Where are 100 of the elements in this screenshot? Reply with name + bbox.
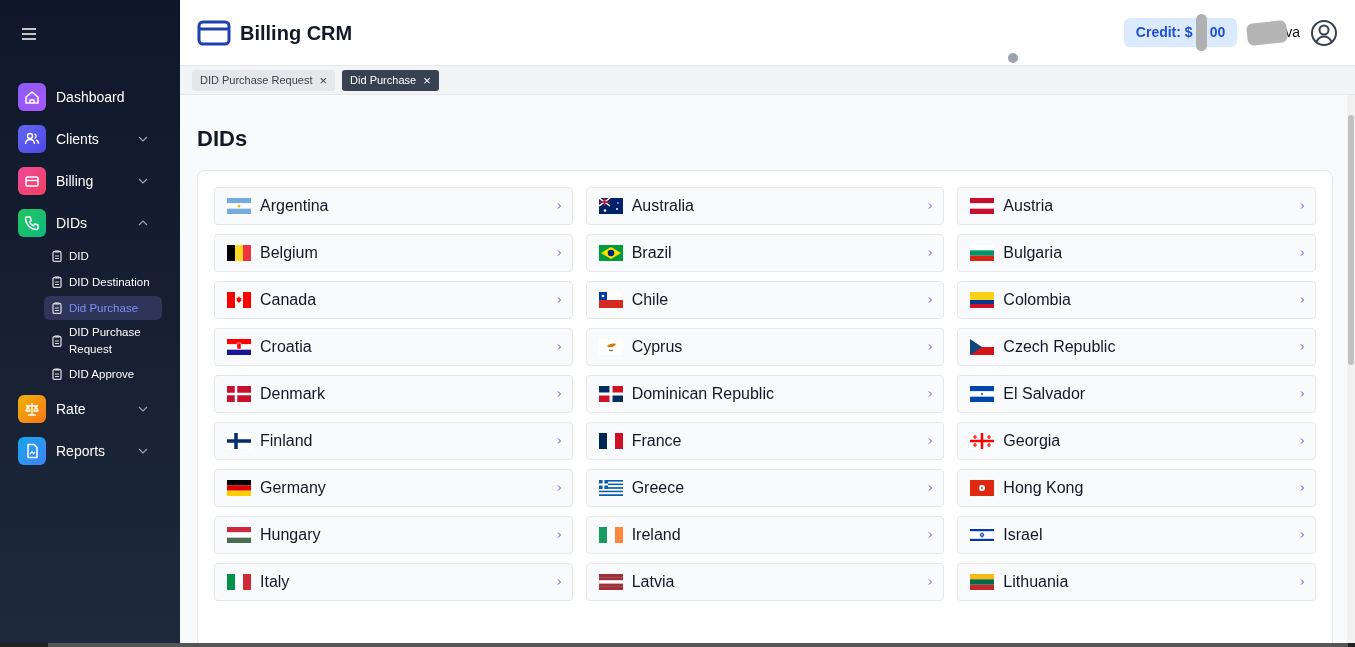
page-title: DIDs (197, 125, 249, 153)
app-title: Billing CRM (240, 20, 353, 46)
chevron-right-icon (928, 202, 934, 210)
country-button[interactable]: Hong Kong (957, 469, 1316, 507)
chevron-right-icon (556, 202, 562, 210)
country-button[interactable]: Belgium (214, 234, 573, 272)
flag-icon (970, 198, 995, 214)
country-button[interactable]: Ireland (585, 516, 945, 554)
country-button[interactable]: Greece (585, 469, 945, 507)
chevron-right-icon (928, 531, 934, 539)
flag-icon (970, 480, 995, 496)
sidebar-item[interactable]: DIDs (18, 208, 162, 238)
dot-mark (1008, 53, 1018, 63)
flag-icon (598, 527, 623, 543)
redaction-mark (1195, 14, 1207, 51)
chevron-right-icon (556, 437, 562, 445)
flag-icon (227, 527, 251, 543)
country-button[interactable]: Chile (585, 281, 945, 319)
card-icon (197, 19, 231, 46)
flag-icon (227, 480, 251, 496)
country-button[interactable]: France (585, 422, 945, 460)
flag-icon (598, 480, 623, 496)
sidebar-subitem[interactable]: DID Purchase Request (44, 322, 162, 360)
tab[interactable]: DID Purchase Request × (192, 69, 336, 91)
flag-icon (227, 245, 251, 261)
country-button[interactable]: Denmark (214, 375, 573, 413)
user-name: va (1285, 23, 1300, 42)
country-button[interactable]: Hungary (214, 516, 573, 554)
sidebar-item[interactable]: Billing (18, 166, 162, 196)
sidebar-subitem[interactable]: DID Approve (44, 362, 162, 386)
sidebar-item[interactable]: Rate (18, 394, 162, 424)
flag-icon (598, 433, 623, 449)
sidebar-item[interactable]: Clients (18, 124, 162, 154)
flag-icon (598, 574, 623, 590)
country-button[interactable]: Latvia (585, 563, 945, 601)
clipboard-icon (52, 302, 62, 314)
user-avatar-icon[interactable] (1310, 18, 1338, 47)
chevron-right-icon (556, 578, 562, 586)
chevron-right-icon (556, 343, 562, 351)
country-button[interactable]: Israel (957, 516, 1316, 554)
country-button[interactable]: Australia (585, 187, 945, 225)
country-button[interactable]: Canada (214, 281, 573, 319)
close-button[interactable]: × (423, 73, 431, 87)
chevron-right-icon (928, 296, 934, 304)
country-button[interactable]: Lithuania (957, 563, 1316, 601)
country-button[interactable]: Austria (957, 187, 1316, 225)
chevron-right-icon (1300, 531, 1305, 539)
country-button[interactable]: El Salvador (957, 375, 1316, 413)
flag-icon (598, 245, 623, 261)
flag-icon (970, 245, 995, 261)
country-button[interactable]: Dominican Republic (585, 375, 945, 413)
chevron-right-icon (1300, 437, 1305, 445)
chevron-right-icon (556, 484, 562, 492)
flag-icon (970, 574, 995, 590)
report-icon (18, 437, 46, 465)
country-button[interactable]: Colombia (957, 281, 1316, 319)
chevron-right-icon (1300, 390, 1305, 398)
flag-icon (970, 339, 995, 355)
menu-icon[interactable] (22, 28, 36, 40)
country-button[interactable]: Brazil (585, 234, 945, 272)
clipboard-icon (52, 276, 62, 288)
flag-icon (598, 292, 623, 308)
sidebar-subitem[interactable]: DID Destination (44, 270, 162, 294)
sidebar-subitem[interactable]: DID (44, 244, 162, 268)
country-button[interactable]: Georgia (957, 422, 1316, 460)
chevron-right-icon (556, 390, 562, 398)
country-button[interactable]: Czech Republic (957, 328, 1316, 366)
close-button[interactable]: × (319, 73, 328, 87)
sidebar-item[interactable]: Dashboard (18, 82, 162, 112)
country-button[interactable]: Italy (214, 563, 573, 601)
flag-icon (227, 198, 251, 214)
chevron-right-icon (556, 249, 562, 257)
chevron-right-icon (928, 390, 934, 398)
clipboard-icon (52, 335, 62, 347)
chevron-right-icon (1300, 343, 1305, 351)
chevron-right-icon (1300, 249, 1305, 257)
country-button[interactable]: Cyprus (585, 328, 945, 366)
flag-icon (970, 292, 995, 308)
chevron-right-icon (928, 343, 934, 351)
phone-icon (18, 209, 46, 237)
country-button[interactable]: Bulgaria (957, 234, 1316, 272)
country-button[interactable]: Finland (214, 422, 573, 460)
scale-icon (18, 395, 46, 423)
flag-icon (970, 527, 995, 543)
clipboard-icon (52, 368, 62, 380)
flag-icon (598, 198, 623, 214)
tab[interactable]: Did Purchase × (342, 69, 439, 91)
flag-icon (227, 386, 251, 402)
sidebar-subitem[interactable]: Did Purchase (44, 296, 162, 320)
country-button[interactable]: Germany (214, 469, 573, 507)
country-button[interactable]: Croatia (214, 328, 573, 366)
flag-icon (227, 339, 251, 355)
card-icon (18, 167, 46, 195)
flag-icon (598, 386, 623, 402)
chevron-right-icon (556, 531, 562, 539)
chevron-right-icon (1300, 202, 1305, 210)
chevron-right-icon (928, 484, 934, 492)
country-button[interactable]: Argentina (214, 187, 573, 225)
sidebar-item[interactable]: Reports (18, 436, 162, 466)
flag-icon (598, 339, 623, 355)
